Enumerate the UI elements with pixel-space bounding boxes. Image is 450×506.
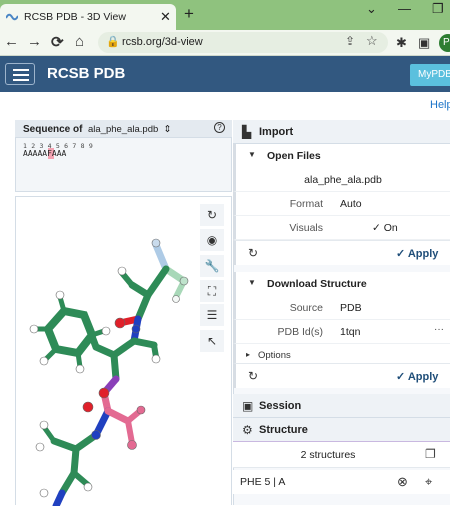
format-label: Format bbox=[289, 198, 323, 210]
rcsb-favicon-icon bbox=[6, 13, 18, 21]
reset-camera-icon[interactable]: ↻ bbox=[200, 204, 224, 226]
download-apply-row: ↻ ✓ Apply bbox=[233, 363, 450, 388]
settings-icon[interactable]: ☰ bbox=[200, 304, 224, 326]
clear-selection-icon[interactable]: ⊗ bbox=[397, 474, 408, 490]
side-panel-icon[interactable]: ▣ bbox=[418, 35, 430, 51]
current-selection: PHE 5 | A bbox=[240, 476, 286, 488]
collapse-caret-icon: ▼ bbox=[248, 150, 256, 159]
address-bar-row: ← → ⟳ ⌂ 🔒 rcsb.org/3d-view ⇪ ☆ ✱ ▣ bbox=[0, 30, 450, 56]
open-file-name: ala_phe_ala.pdb bbox=[304, 174, 382, 186]
sequence-file-select[interactable]: ala_phe_ala.pdb ⇕ bbox=[88, 124, 172, 135]
source-value: PDB bbox=[340, 302, 362, 314]
new-tab-icon[interactable]: + bbox=[184, 4, 194, 24]
structure-count: 2 structures bbox=[300, 449, 356, 461]
pdb-ids-label: PDB Id(s) bbox=[277, 326, 323, 338]
fullscreen-icon[interactable]: ⛶ bbox=[200, 280, 224, 302]
focus-selection-icon[interactable]: ⌖ bbox=[425, 474, 432, 490]
source-field[interactable]: Source PDB bbox=[233, 296, 450, 320]
forward-icon[interactable]: → bbox=[27, 33, 42, 50]
format-value: Auto bbox=[340, 198, 362, 210]
sequence-residues[interactable]: AAAAAFAAA bbox=[23, 149, 66, 158]
browser-tab[interactable]: RCSB PDB - 3D View ✕ bbox=[0, 4, 176, 30]
hamburger-menu-button[interactable] bbox=[5, 63, 35, 85]
open-files-title: Open Files bbox=[267, 150, 321, 162]
home-icon[interactable]: ⌂ bbox=[75, 33, 84, 50]
select-caret-icon: ⇕ bbox=[163, 124, 172, 135]
selection-mode-icon[interactable]: ↖ bbox=[200, 330, 224, 352]
import-title: Import bbox=[259, 126, 294, 138]
gear-icon: ⚙ bbox=[242, 423, 253, 437]
session-title: Session bbox=[259, 400, 302, 412]
brand-title[interactable]: RCSB PDB bbox=[47, 65, 125, 82]
wrench-icon[interactable]: 🔧 bbox=[200, 255, 224, 277]
screenshot-icon[interactable]: ◉ bbox=[200, 229, 224, 251]
visuals-label: Visuals bbox=[289, 222, 323, 234]
lock-icon: 🔒 bbox=[106, 36, 120, 48]
visuals-value: ✓ On bbox=[372, 222, 398, 234]
sequence-help-icon[interactable]: ? bbox=[214, 122, 225, 133]
minimize-window-icon[interactable]: — bbox=[398, 1, 411, 16]
options-label: Options bbox=[258, 350, 291, 361]
refresh-icon[interactable]: ↻ bbox=[248, 246, 258, 260]
tab-title: RCSB PDB - 3D View bbox=[24, 11, 126, 23]
more-options-icon[interactable]: ··· bbox=[434, 324, 444, 335]
bookmark-star-icon[interactable]: ☆ bbox=[366, 33, 378, 49]
profile-avatar[interactable]: P bbox=[439, 34, 450, 52]
collapse-caret-icon: ▼ bbox=[248, 278, 256, 287]
session-section-header[interactable]: ▣ Session bbox=[233, 394, 450, 418]
mypdb-button[interactable]: MyPDB bbox=[410, 64, 450, 86]
url-field[interactable]: 🔒 rcsb.org/3d-view ⇪ ☆ bbox=[98, 32, 388, 53]
open-files-apply-button[interactable]: ✓ Apply bbox=[396, 247, 438, 260]
download-apply-button[interactable]: ✓ Apply bbox=[396, 370, 438, 383]
structure-count-row[interactable]: 2 structures ❐ bbox=[233, 442, 450, 468]
pdb-id-field[interactable]: PDB Id(s) 1tqn ··· bbox=[233, 320, 450, 344]
structure-section-header[interactable]: ⚙ Structure bbox=[233, 418, 450, 442]
expand-caret-icon: ▸ bbox=[246, 350, 251, 359]
reload-icon[interactable]: ⟳ bbox=[51, 33, 64, 51]
share-icon[interactable]: ⇪ bbox=[345, 34, 355, 48]
close-tab-icon[interactable]: ✕ bbox=[160, 9, 171, 25]
import-section-header[interactable]: ▙ Import bbox=[233, 120, 450, 144]
selection-row: PHE 5 | A ⊗ ⌖ bbox=[233, 470, 450, 494]
import-icon: ▙ bbox=[242, 125, 252, 139]
url-text: rcsb.org/3d-view bbox=[122, 36, 203, 48]
help-link[interactable]: Help bbox=[430, 99, 450, 111]
source-label: Source bbox=[289, 302, 323, 314]
copy-icon[interactable]: ❐ bbox=[425, 447, 436, 461]
sequence-label: Sequence of bbox=[23, 124, 83, 135]
structure-title: Structure bbox=[259, 424, 308, 436]
visuals-toggle[interactable]: Visuals ✓ On bbox=[233, 216, 450, 240]
minimize-chevron-icon[interactable]: ⌄ bbox=[366, 1, 377, 17]
back-icon[interactable]: ← bbox=[4, 33, 19, 50]
pdb-ids-value: 1tqn bbox=[340, 326, 361, 338]
extensions-icon[interactable]: ✱ bbox=[396, 35, 407, 51]
restore-window-icon[interactable]: ❐ bbox=[432, 1, 444, 17]
refresh-icon[interactable]: ↻ bbox=[248, 369, 258, 383]
open-files-header[interactable]: ▼ Open Files bbox=[233, 144, 450, 168]
download-structure-header[interactable]: ▼ Download Structure bbox=[233, 272, 450, 296]
download-structure-title: Download Structure bbox=[267, 278, 367, 290]
format-field[interactable]: Format Auto bbox=[233, 192, 450, 216]
open-files-apply-row: ↻ ✓ Apply bbox=[233, 240, 450, 265]
open-file-entry[interactable]: ala_phe_ala.pdb bbox=[233, 168, 450, 192]
hamburger-icon bbox=[13, 69, 29, 71]
session-icon: ▣ bbox=[242, 399, 254, 413]
